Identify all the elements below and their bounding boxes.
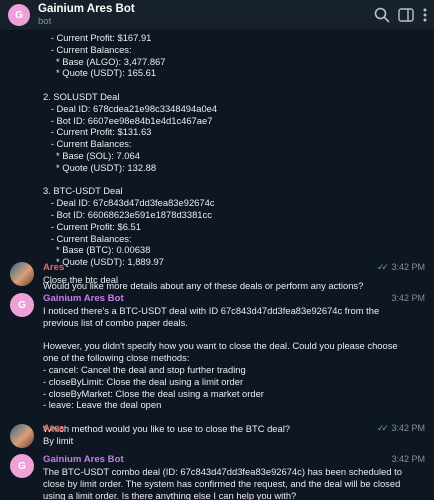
user-avatar[interactable] xyxy=(10,262,34,286)
message-time-text: 3:42 PM xyxy=(391,423,425,433)
bot-message-text: - Current Profit: $167.91 - Current Bala… xyxy=(43,32,364,291)
user-avatar[interactable] xyxy=(10,424,34,448)
bot-avatar[interactable]: G xyxy=(8,4,30,26)
bot-message-text: I noticed there's a BTC-USDT deal with I… xyxy=(43,305,398,434)
chat-subtitle: bot xyxy=(38,16,52,27)
sidebar-toggle-icon[interactable] xyxy=(397,6,415,24)
user-message-text: By limit xyxy=(43,435,74,446)
bot-avatar[interactable]: G xyxy=(10,454,34,478)
message-time: ✓✓ 3:42 PM xyxy=(377,423,425,434)
read-receipt-icon: ✓✓ xyxy=(376,262,389,272)
message-time: 3:42 PM xyxy=(391,293,425,303)
chat-title[interactable]: Gainium Ares Bot xyxy=(38,3,135,15)
message-feed[interactable]: - Current Profit: $167.91 - Current Bala… xyxy=(0,31,434,500)
sender-name[interactable]: Gainium Ares Bot xyxy=(43,454,124,465)
bot-message-text: The BTC-USDT combo deal (ID: 67c843d47dd… xyxy=(43,466,402,500)
message-time: 3:42 PM xyxy=(391,454,425,464)
more-options-icon[interactable] xyxy=(416,6,434,24)
user-message-text: Close the btc deal xyxy=(43,274,119,285)
chat-header: G Gainium Ares Bot bot xyxy=(0,0,434,31)
message-time: ✓✓ 3:42 PM xyxy=(377,262,425,273)
bot-avatar[interactable]: G xyxy=(10,293,34,317)
message-time-text: 3:42 PM xyxy=(391,262,425,272)
search-icon[interactable] xyxy=(373,6,391,24)
sender-name[interactable]: Ares xyxy=(43,423,64,434)
read-receipt-icon: ✓✓ xyxy=(376,423,389,433)
sender-name[interactable]: Gainium Ares Bot xyxy=(43,293,124,304)
sender-name[interactable]: Ares xyxy=(43,262,64,273)
